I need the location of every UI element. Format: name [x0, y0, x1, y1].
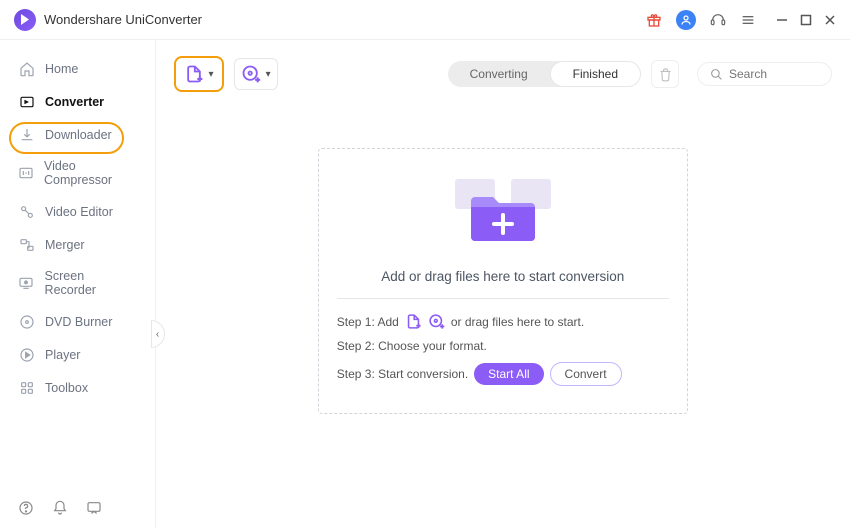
- step1-suffix: or drag files here to start.: [451, 315, 584, 329]
- window-close-icon[interactable]: [824, 14, 836, 26]
- sidebar-item-converter[interactable]: Converter: [0, 85, 155, 118]
- merger-icon: [18, 236, 35, 253]
- status-tabs: Converting Finished: [448, 61, 641, 87]
- toolbar: ▾ ▾ Converting Finished: [174, 56, 832, 92]
- sidebar-item-dvd[interactable]: DVD Burner: [0, 305, 155, 338]
- app-logo-icon: [14, 9, 36, 31]
- chevron-down-icon: ▾: [209, 69, 214, 80]
- search-input[interactable]: [729, 67, 819, 81]
- home-icon: [18, 60, 35, 77]
- sidebar-item-recorder[interactable]: Screen Recorder: [0, 261, 155, 305]
- notifications-icon[interactable]: [52, 500, 68, 516]
- step-3: Step 3: Start conversion. Start All Conv…: [337, 362, 669, 386]
- sidebar-item-label: Merger: [45, 238, 85, 252]
- search-box[interactable]: [697, 62, 832, 86]
- window-maximize-icon[interactable]: [800, 14, 812, 26]
- add-disc-icon: [241, 64, 261, 84]
- add-disc-button[interactable]: ▾: [234, 58, 278, 90]
- sidebar-item-compressor[interactable]: Video Compressor: [0, 151, 155, 195]
- sidebar-item-editor[interactable]: Video Editor: [0, 195, 155, 228]
- dropzone-text: Add or drag files here to start conversi…: [337, 269, 669, 284]
- sidebar-item-label: Toolbox: [45, 381, 88, 395]
- step1-prefix: Step 1: Add: [337, 315, 399, 329]
- trash-icon: [658, 67, 673, 82]
- add-file-icon: [405, 313, 422, 330]
- add-disc-icon: [428, 313, 445, 330]
- dvd-icon: [18, 313, 35, 330]
- step3-text: Step 3: Start conversion.: [337, 367, 468, 381]
- titlebar-left: Wondershare UniConverter: [14, 9, 202, 31]
- sidebar-item-home[interactable]: Home: [0, 52, 155, 85]
- support-icon[interactable]: [710, 12, 726, 28]
- sidebar-item-label: DVD Burner: [45, 315, 112, 329]
- recorder-icon: [18, 275, 35, 292]
- main-panel: ▾ ▾ Converting Finished: [156, 40, 850, 528]
- step-2: Step 2: Choose your format.: [337, 339, 669, 353]
- converter-icon: [18, 93, 35, 110]
- player-icon: [18, 346, 35, 363]
- sidebar-item-label: Player: [45, 348, 80, 362]
- add-file-button[interactable]: ▾: [174, 56, 224, 92]
- user-avatar-icon[interactable]: [676, 10, 696, 30]
- sidebar: Home Converter Downloader Video Compress…: [0, 40, 156, 528]
- sidebar-item-toolbox[interactable]: Toolbox: [0, 371, 155, 404]
- sidebar-item-label: Downloader: [45, 128, 112, 142]
- add-file-icon: [184, 64, 204, 84]
- sidebar-item-player[interactable]: Player: [0, 338, 155, 371]
- gift-icon[interactable]: [646, 12, 662, 28]
- start-all-button[interactable]: Start All: [474, 363, 543, 385]
- dropzone[interactable]: Add or drag files here to start conversi…: [318, 148, 688, 414]
- menu-icon[interactable]: [740, 12, 756, 28]
- titlebar: Wondershare UniConverter: [0, 0, 850, 40]
- toolbox-icon: [18, 379, 35, 396]
- downloader-icon: [18, 126, 35, 143]
- tab-finished[interactable]: Finished: [550, 61, 641, 87]
- chevron-down-icon: ▾: [266, 69, 271, 80]
- feedback-icon[interactable]: [86, 500, 102, 516]
- app-title: Wondershare UniConverter: [44, 12, 202, 27]
- divider: [337, 298, 669, 299]
- search-icon: [710, 68, 723, 81]
- convert-button[interactable]: Convert: [550, 362, 622, 386]
- window-minimize-icon[interactable]: [776, 14, 788, 26]
- sidebar-item-label: Home: [45, 62, 78, 76]
- sidebar-item-label: Converter: [45, 95, 104, 109]
- sidebar-item-downloader[interactable]: Downloader: [0, 118, 155, 151]
- sidebar-item-merger[interactable]: Merger: [0, 228, 155, 261]
- sidebar-item-label: Video Editor: [45, 205, 113, 219]
- delete-button[interactable]: [651, 60, 679, 88]
- folder-plus-icon: [443, 171, 563, 251]
- tab-converting[interactable]: Converting: [448, 61, 550, 87]
- editor-icon: [18, 203, 35, 220]
- compressor-icon: [18, 165, 34, 182]
- sidebar-item-label: Video Compressor: [44, 159, 137, 187]
- titlebar-right: [646, 10, 836, 30]
- step-1: Step 1: Add or drag files here to start.: [337, 313, 669, 330]
- help-icon[interactable]: [18, 500, 34, 516]
- sidebar-item-label: Screen Recorder: [45, 269, 137, 297]
